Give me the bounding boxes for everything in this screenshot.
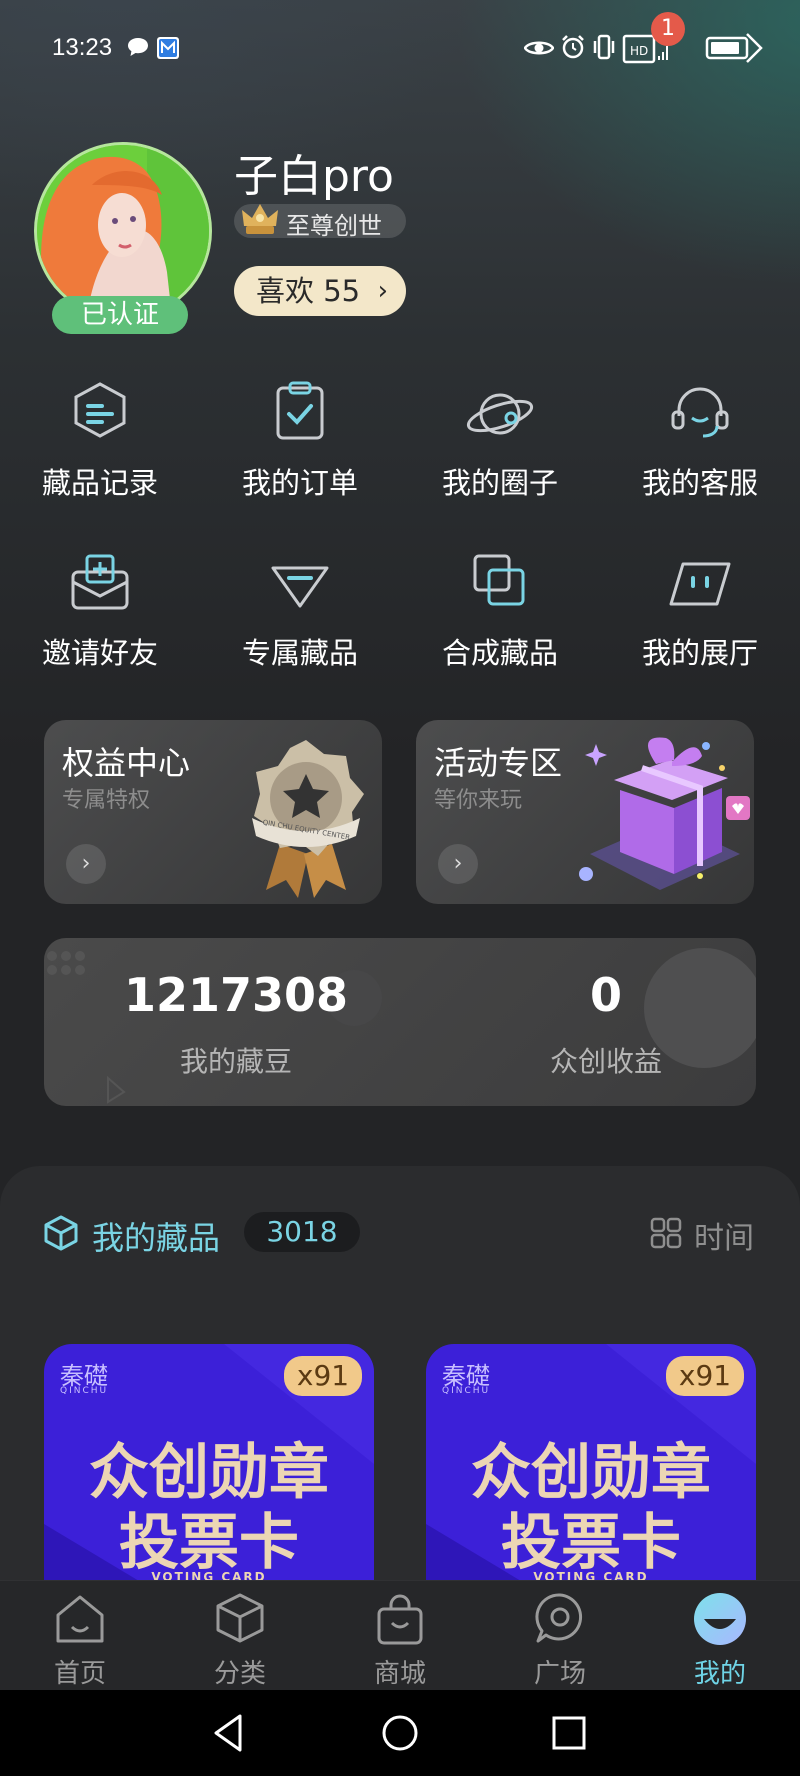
grid-view-icon bbox=[650, 1217, 682, 1249]
cube-icon bbox=[216, 1593, 264, 1643]
menu-label: 我的客服 bbox=[641, 466, 758, 500]
tab-label: 商城 bbox=[373, 1659, 426, 1689]
notification-badge: 1 bbox=[651, 12, 685, 46]
activity-zone-card[interactable]: 活动专区 等你来玩 › bbox=[416, 720, 754, 904]
menu-exclusive-collection[interactable]: 专属藏品 bbox=[200, 548, 400, 698]
collection-card[interactable]: 秦礎 QINCHU x91 众创勋章 投票卡 VOTING CARD bbox=[44, 1344, 374, 1584]
cube-icon bbox=[44, 1215, 78, 1251]
collection-title: 我的藏品 bbox=[92, 1219, 221, 1257]
shopping-bag-icon bbox=[377, 1594, 423, 1645]
promo-subtitle: 专属特权 bbox=[62, 788, 151, 813]
crown-icon bbox=[242, 204, 278, 234]
menu-collection-record[interactable]: 藏品记录 bbox=[0, 378, 200, 528]
eye-icon bbox=[524, 41, 554, 55]
sort-label: 时间 bbox=[694, 1221, 754, 1256]
home-circle-icon[interactable] bbox=[377, 1710, 423, 1756]
chevron-right-icon: › bbox=[377, 276, 388, 306]
bottom-tab-bar: 首页 分类 商城 广场 我的 bbox=[0, 1580, 800, 1691]
menu-label: 合成藏品 bbox=[441, 636, 558, 670]
card-quantity-badge: x91 bbox=[666, 1356, 744, 1396]
system-nav-bar bbox=[0, 1690, 800, 1776]
menu-label: 藏品记录 bbox=[41, 466, 158, 500]
chevron-right-icon[interactable]: › bbox=[66, 844, 106, 884]
menu-my-exhibition[interactable]: 我的展厅 bbox=[600, 548, 800, 698]
tab-home[interactable]: 首页 bbox=[0, 1581, 160, 1691]
home-icon bbox=[56, 1595, 104, 1643]
robot-face-icon bbox=[669, 562, 731, 606]
equity-center-card[interactable]: 权益中心 专属特权 › QIN CHU EQUITY CENTER bbox=[44, 720, 382, 904]
promo-title: 权益中心 bbox=[62, 744, 191, 782]
card-title-line2: 投票卡 bbox=[501, 1508, 681, 1578]
rank-label: 至尊创世 bbox=[286, 212, 382, 240]
tab-category[interactable]: 分类 bbox=[160, 1581, 320, 1691]
status-bar: 13:23 HD 1 bbox=[0, 0, 800, 90]
beans-label: 我的藏豆 bbox=[179, 1045, 292, 1078]
tab-plaza[interactable]: 广场 bbox=[480, 1581, 640, 1691]
menu-customer-service[interactable]: 我的客服 bbox=[600, 378, 800, 528]
avatar-image bbox=[37, 145, 209, 317]
svg-text:HD: HD bbox=[630, 44, 648, 58]
headset-icon bbox=[671, 387, 729, 438]
recents-square-icon[interactable] bbox=[546, 1710, 592, 1756]
card-brand-sub: QINCHU bbox=[60, 1386, 109, 1396]
earnings-label: 众创收益 bbox=[549, 1045, 662, 1078]
status-time: 13:23 bbox=[52, 34, 113, 61]
menu-label: 我的圈子 bbox=[441, 466, 558, 500]
promo-subtitle: 等你来玩 bbox=[434, 788, 523, 813]
card-brand-sub: QINCHU bbox=[442, 1386, 491, 1396]
card-title-line2: 投票卡 bbox=[119, 1508, 299, 1578]
verified-badge: 已认证 bbox=[52, 296, 188, 334]
invite-mail-icon bbox=[71, 554, 129, 610]
collection-card[interactable]: 秦礎 QINCHU x91 众创勋章 投票卡 VOTING CARD bbox=[426, 1344, 756, 1584]
tab-label: 我的 bbox=[693, 1659, 746, 1689]
collection-count-badge: 3018 bbox=[244, 1212, 360, 1252]
menu-label: 我的展厅 bbox=[641, 636, 758, 670]
menu-my-orders[interactable]: 我的订单 bbox=[200, 378, 400, 528]
menu-label: 邀请好友 bbox=[41, 636, 158, 670]
menu-my-circle[interactable]: 我的圈子 bbox=[400, 378, 600, 528]
planet-icon bbox=[466, 393, 534, 435]
menu-label: 我的订单 bbox=[241, 466, 358, 500]
vibrate-icon bbox=[593, 34, 615, 60]
likes-button[interactable]: 喜欢 55 › bbox=[234, 266, 406, 316]
username: 子白pro bbox=[234, 151, 394, 202]
order-clipboard-icon bbox=[276, 381, 324, 440]
likes-label: 喜欢 55 bbox=[256, 274, 361, 308]
tab-label: 分类 bbox=[213, 1659, 266, 1689]
menu-synthesize-collection[interactable]: 合成藏品 bbox=[400, 548, 600, 698]
alarm-icon bbox=[562, 35, 584, 59]
avatar[interactable] bbox=[34, 142, 212, 320]
earnings-value: 0 bbox=[589, 968, 622, 1022]
chat-bubble-icon bbox=[535, 1593, 583, 1643]
profile-face-icon bbox=[694, 1593, 746, 1645]
menu-label: 专属藏品 bbox=[241, 636, 358, 670]
message-icon bbox=[128, 38, 148, 56]
tab-mine[interactable]: 我的 bbox=[640, 1581, 800, 1691]
tab-label: 首页 bbox=[53, 1659, 106, 1689]
card-quantity-badge: x91 bbox=[284, 1356, 362, 1396]
diamond-icon bbox=[271, 566, 329, 608]
chevron-right-icon[interactable]: › bbox=[438, 844, 478, 884]
rank-badge: 至尊创世 bbox=[234, 204, 406, 240]
app-m-icon bbox=[157, 37, 179, 59]
gift-box-icon bbox=[579, 737, 750, 890]
tab-mall[interactable]: 商城 bbox=[320, 1581, 480, 1691]
tab-label: 广场 bbox=[533, 1659, 586, 1689]
promo-title: 活动专区 bbox=[434, 744, 563, 782]
stats-card: 1217308 我的藏豆 0 众创收益 bbox=[44, 938, 756, 1106]
battery-icon bbox=[705, 33, 763, 63]
menu-invite-friends[interactable]: 邀请好友 bbox=[0, 548, 200, 698]
stats-decoration bbox=[47, 948, 756, 1104]
merge-squares-icon bbox=[473, 554, 525, 606]
beans-value: 1217308 bbox=[123, 968, 349, 1022]
medal-star-icon: QIN CHU EQUITY CENTER bbox=[252, 740, 364, 898]
back-icon[interactable] bbox=[206, 1710, 252, 1756]
collection-record-icon bbox=[74, 382, 126, 438]
